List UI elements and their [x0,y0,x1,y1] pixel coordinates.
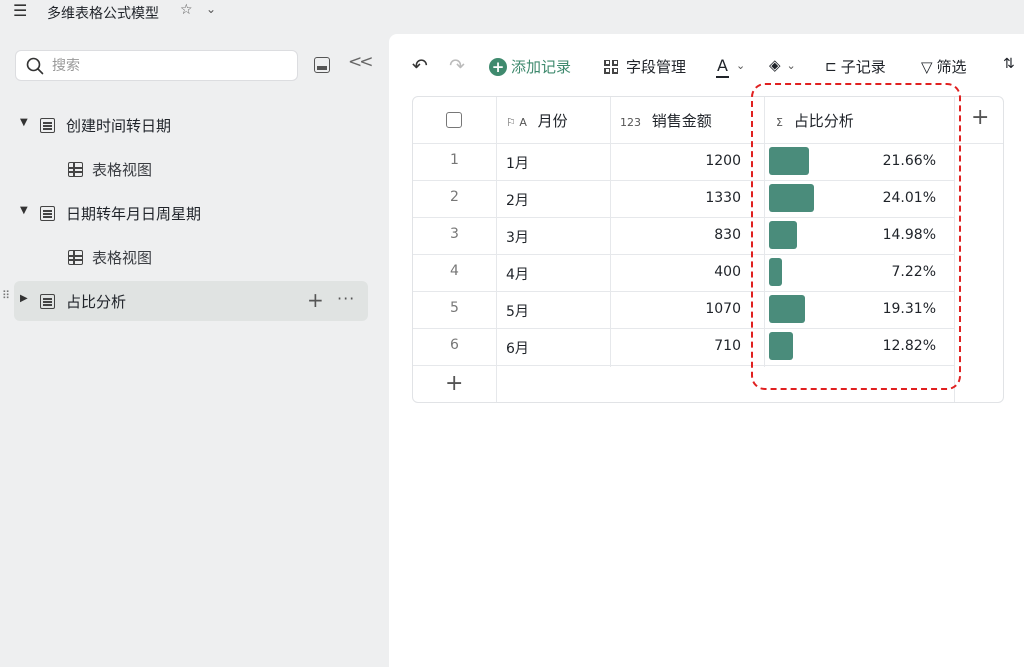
chevron-down-icon: ⌄ [735,59,746,72]
field-manage-button[interactable]: 字段管理 [604,56,686,77]
grid-icon [604,59,618,74]
cell-ratio[interactable]: 7.22% [843,264,936,280]
row-number: 4 [450,263,459,279]
font-color-button[interactable]: A ⌄ [716,56,746,78]
ratio-bar [769,221,797,249]
sidebar-item-label: 占比分析 [66,293,127,311]
caret-down-icon[interactable]: ▼ [20,117,28,128]
cell-amount[interactable]: 1070 [613,301,741,317]
cell-month[interactable]: 4月 [506,264,529,284]
hamburger-icon[interactable]: ☰ [13,1,27,20]
row-divider [413,365,954,366]
cell-ratio[interactable]: 14.98% [843,227,936,243]
row-divider [413,254,954,255]
cell-month[interactable]: 3月 [506,227,529,247]
add-record-button[interactable]: + 添加记录 [489,56,571,77]
text-field-icon: ⚐ A [506,116,527,129]
sort-icon: ⇅ [1003,56,1015,72]
cell-amount[interactable]: 400 [613,264,741,280]
font-color-icon: A [716,56,729,78]
search-input[interactable] [52,56,282,76]
sidebar-item-label: 表格视图 [92,161,153,179]
formula-field-icon: Σ [776,116,783,129]
sidebar-item-table[interactable]: ▼ 日期转年月日周星期 [14,193,368,233]
sidebar-item-label: 创建时间转日期 [66,117,172,135]
column-divider [764,97,765,367]
sidebar-item-table-active[interactable]: ▶ 占比分析 + ··· [14,281,368,321]
table-icon [40,206,55,221]
caret-down-icon[interactable]: ▼ [20,205,28,216]
ratio-bar [769,258,782,286]
add-icon[interactable]: + [307,288,324,312]
cell-amount[interactable]: 830 [613,227,741,243]
cell-amount[interactable]: 1330 [613,190,741,206]
sidebar-item-label: 日期转年月日周星期 [66,205,202,223]
row-number: 3 [450,226,459,242]
row-divider [413,328,954,329]
sidebar-item-view[interactable]: 表格视图 [14,237,368,277]
sub-record-icon: ⊏ [825,58,837,75]
number-field-icon: 123 [620,116,641,129]
add-row-icon[interactable]: + [445,371,463,396]
sidebar-item-table[interactable]: ▼ 创建时间转日期 [14,105,368,145]
row-divider [413,217,954,218]
collapse-sidebar-icon[interactable]: << [348,52,373,72]
cell-month[interactable]: 1月 [506,153,529,173]
table-icon [40,118,55,133]
row-divider [413,291,954,292]
caret-right-icon[interactable]: ▶ [20,293,28,304]
ratio-bar [769,147,809,175]
panel-toggle-icon[interactable] [314,57,330,73]
row-number: 6 [450,337,459,353]
more-icon[interactable]: ··· [337,289,355,308]
drag-handle-icon[interactable]: ⠿ [2,290,10,301]
sub-record-button[interactable]: ⊏ 子记录 [825,56,886,77]
add-column-icon[interactable]: + [971,105,989,130]
cell-ratio[interactable]: 21.66% [843,153,936,169]
star-icon[interactable]: ☆ [180,2,193,18]
ratio-bar [769,332,793,360]
sort-button[interactable]: ⇅ [1003,56,1015,72]
column-header-amount[interactable]: 123 销售金额 [620,110,712,131]
cell-month[interactable]: 5月 [506,301,529,321]
table-icon [40,294,55,309]
grid-view-icon [68,162,83,177]
data-table: ⚐ A 月份 123 销售金额 Σ 占比分析 + 1 1月 1200 21.66% 2 2… [412,96,1004,403]
grid-view-icon [68,250,83,265]
row-number: 2 [450,189,459,205]
paint-bucket-icon: ◈ [769,56,781,74]
chevron-down-icon: ⌄ [786,58,796,72]
add-circle-icon: + [489,57,507,76]
search-box[interactable] [15,50,298,81]
search-icon [26,57,44,75]
sidebar-item-view[interactable]: 表格视图 [14,149,368,189]
ratio-bar [769,295,805,323]
row-divider [413,143,1003,144]
undo-icon[interactable]: ↶ [412,55,428,77]
sidebar-item-label: 表格视图 [92,249,153,267]
cell-ratio[interactable]: 24.01% [843,190,936,206]
row-number: 5 [450,300,459,316]
cell-ratio[interactable]: 19.31% [843,301,936,317]
chevron-down-icon[interactable]: ⌄ [206,2,216,16]
column-divider [610,97,611,367]
doc-title[interactable]: 多维表格公式模型 [47,3,159,23]
redo-icon[interactable]: ↷ [449,55,465,77]
cell-amount[interactable]: 710 [613,338,741,354]
row-divider [413,180,954,181]
cell-month[interactable]: 6月 [506,338,529,358]
ratio-bar [769,184,814,212]
cell-ratio[interactable]: 12.82% [843,338,936,354]
filter-button[interactable]: ▽ 筛选 [921,56,967,77]
row-number: 1 [450,152,459,168]
cell-amount[interactable]: 1200 [613,153,741,169]
filter-icon: ▽ [921,57,933,76]
cell-month[interactable]: 2月 [506,190,529,210]
column-header-month[interactable]: ⚐ A 月份 [506,110,568,131]
column-header-ratio[interactable]: Σ 占比分析 [776,110,854,131]
select-all-checkbox[interactable] [446,112,462,128]
top-bar: ☰ 多维表格公式模型 ☆ ⌄ [0,0,1024,26]
fill-color-button[interactable]: ◈ ⌄ [769,56,796,74]
